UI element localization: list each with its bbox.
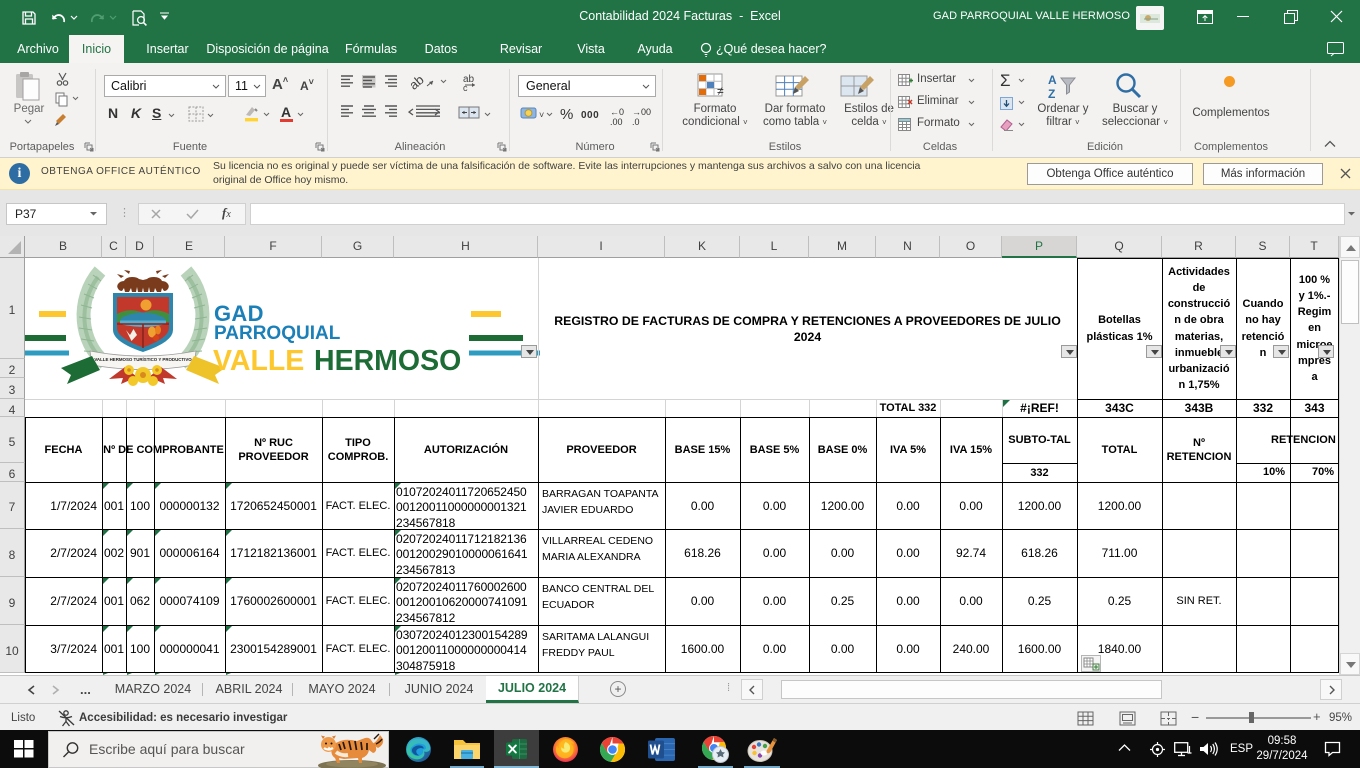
svg-text:ab: ab	[411, 73, 427, 91]
svg-text:VALLE HERMOSO TURÍSTICO Y PROD: VALLE HERMOSO TURÍSTICO Y PRODUCTIVO	[94, 357, 192, 362]
svg-text:˅: ˅	[539, 110, 544, 120]
svg-text:A: A	[1048, 73, 1057, 87]
svg-text:PARROQUIAL: PARROQUIAL	[214, 323, 341, 344]
svg-text:VALLE: VALLE	[213, 345, 304, 377]
svg-text:≠: ≠	[717, 84, 724, 98]
svg-text:c: c	[463, 83, 468, 91]
svg-text:HERMOSO: HERMOSO	[314, 345, 461, 377]
svg-text:Z: Z	[1048, 87, 1055, 100]
